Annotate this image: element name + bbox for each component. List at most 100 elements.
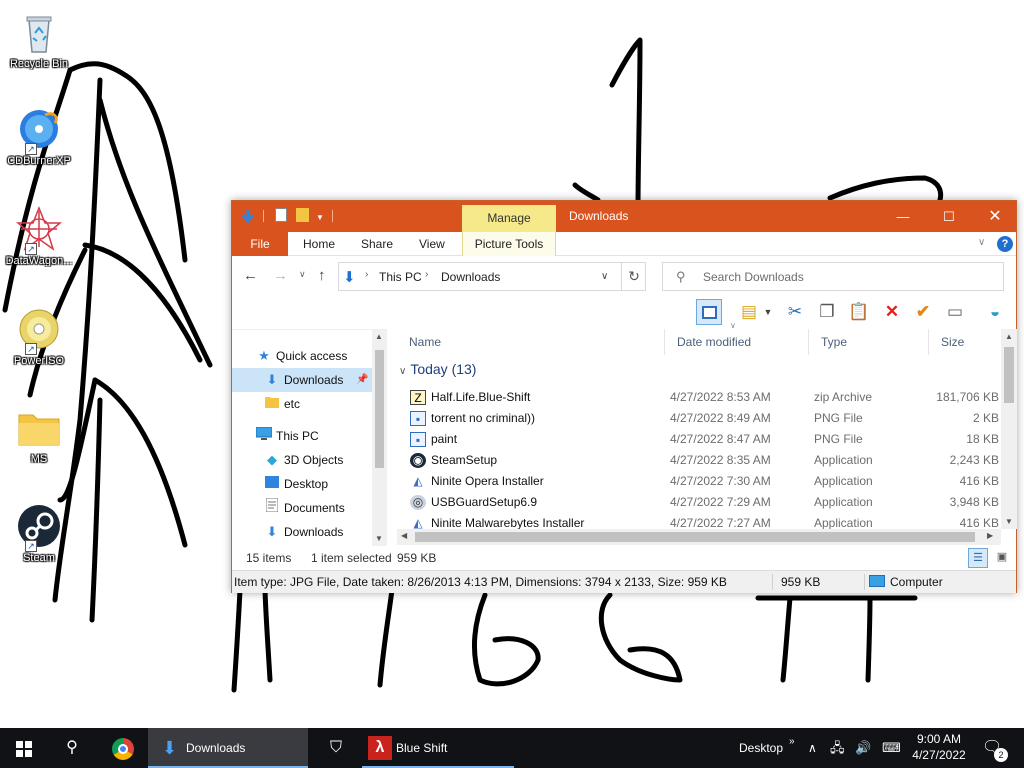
keyboard-layout-icon[interactable]: ⌨ [882,728,901,768]
preview-dropdown-icon[interactable]: ▼ [762,299,774,325]
shell-icon[interactable]: ◒ [982,299,1008,325]
breadcrumb-chevron-icon[interactable]: › [425,269,428,280]
recent-locations-chevron-icon[interactable]: ∨ [299,269,306,280]
file-size: 2,243 KB [949,453,999,467]
file-row[interactable]: ◉ SteamSetup 4/27/2022 8:35 AM Applicati… [397,450,1001,471]
scrollbar-thumb[interactable] [1004,347,1014,403]
nav-item-quick-access[interactable]: ★ Quick access [232,344,372,368]
file-row[interactable]: ◭ Ninite Opera Installer 4/27/2022 7:30 … [397,471,1001,492]
tab-share[interactable]: Share [361,232,393,256]
title-bar[interactable]: ▼ Manage Downloads — ☐ ✕ [232,201,1016,232]
file-list-vertical-scrollbar[interactable]: ▲ ▼ [1001,329,1017,529]
tab-file[interactable]: File [232,232,288,256]
taskbar-blue-shift[interactable]: λ Blue Shift [362,728,514,768]
network-icon[interactable]: 🖧 [830,728,845,768]
forward-arrow-icon[interactable]: → [273,267,288,284]
cut-scissors-icon[interactable]: ✂ [782,299,808,325]
details-status-bar: Item type: JPG File, Date taken: 8/26/20… [232,570,1016,593]
help-icon[interactable]: ? [997,236,1013,252]
scroll-up-icon[interactable]: ▲ [1005,332,1013,341]
minimize-button[interactable]: — [880,201,926,232]
delete-x-icon[interactable]: ✕ [879,299,905,325]
pin-icon[interactable]: 📌 [356,368,368,392]
scrollbar-thumb[interactable] [415,532,975,542]
column-header-date-modified[interactable]: Date modified [665,329,809,355]
nav-item-3d-objects[interactable]: ◆ 3D Objects [232,448,372,472]
scroll-up-icon[interactable]: ▲ [375,332,383,341]
nav-pane-scrollbar[interactable]: ▲ ▼ [372,330,387,546]
tab-picture-tools[interactable]: Picture Tools [462,232,556,256]
address-bar[interactable]: ⬇ › This PC › Downloads ∨ ↻ [338,262,646,291]
taskbar-security-button[interactable]: ⛉ [316,728,356,768]
taskbar-chrome-button[interactable] [99,728,147,768]
file-row[interactable]: ▪ paint 4/27/2022 8:47 AM PNG File 18 KB [397,429,1001,450]
nav-item-downloads-pinned[interactable]: ⬇ Downloads 📌 [232,368,372,392]
desktop-icon-cdburnerxp[interactable]: ↗ CDBurnerXP [2,105,76,167]
manage-tab[interactable]: Manage [462,205,556,232]
volume-icon[interactable]: 🔊 [855,728,871,768]
group-header-today[interactable]: ∨ Today (13) [399,361,476,377]
half-life-lambda-icon: λ [368,736,392,760]
file-row[interactable]: ◭ Ninite Malwarebytes Installer 4/27/202… [397,513,1001,529]
search-input[interactable]: ⚲ Search Downloads [662,262,1004,291]
details-view-icon[interactable]: ☰ [968,548,988,568]
column-header-type[interactable]: Type [809,329,929,355]
up-arrow-icon[interactable]: ↑ [318,267,326,284]
scrollbar-thumb[interactable] [375,350,384,468]
checkmark-icon[interactable]: ✔ [910,299,936,325]
tab-home[interactable]: Home [303,232,335,256]
nav-item-desktop[interactable]: Desktop [232,472,372,496]
breadcrumb-this-pc[interactable]: This PC [379,270,422,284]
paste-clipboard-icon[interactable]: 📋 [846,299,872,325]
maximize-button[interactable]: ☐ [926,201,972,232]
desktop-icon-poweriso[interactable]: ↗ PowerISO [2,305,76,367]
column-header-size[interactable]: Size [929,329,1001,355]
scroll-down-icon[interactable]: ▼ [375,534,383,543]
taskbar-explorer-downloads[interactable]: ⬇ Downloads [148,728,308,768]
nav-item-etc[interactable]: etc [232,392,372,416]
download-arrow-icon: ⬇ [266,524,278,539]
scroll-down-icon[interactable]: ▼ [1005,517,1013,526]
file-row[interactable]: Z Half.Life.Blue-Shift 4/27/2022 8:53 AM… [397,387,1001,408]
file-row[interactable]: ◎ USBGuardSetup6.9 4/27/2022 7:29 AM App… [397,492,1001,513]
refresh-icon[interactable]: ↻ [621,263,646,290]
toolbar-overflow-chevron-icon[interactable]: » [789,722,795,762]
file-row[interactable]: ▪ torrent no criminal)) 4/27/2022 8:49 A… [397,408,1001,429]
large-icons-view-icon[interactable]: ▣ [992,548,1012,568]
copy-icon[interactable]: ❐ [814,299,840,325]
close-button[interactable]: ✕ [972,201,1018,232]
tab-view[interactable]: View [419,232,445,256]
scroll-right-icon[interactable]: ▶ [987,531,993,540]
file-list-horizontal-scrollbar[interactable]: ◀ ▶ [397,529,1001,545]
properties-icon[interactable] [275,208,287,222]
file-explorer-window[interactable]: ▼ Manage Downloads — ☐ ✕ File Home Share… [231,200,1017,593]
desktop-icon-ms-folder[interactable]: MS [2,403,76,465]
show-hidden-icons-chevron-icon[interactable]: ∧ [808,728,817,768]
breadcrumb-chevron-icon[interactable]: › [365,269,368,280]
column-header-name[interactable]: Name [397,329,665,355]
system-clock[interactable]: 9:00 AM 4/27/2022 [908,731,970,768]
scroll-left-icon[interactable]: ◀ [401,531,407,540]
nav-item-downloads[interactable]: ⬇ Downloads [232,520,372,544]
breadcrumb-downloads[interactable]: Downloads [441,270,500,284]
expand-ribbon-chevron-icon[interactable]: ∨ [978,237,985,248]
status-separator [864,574,865,590]
navigation-pane-toggle-icon[interactable] [696,299,722,325]
new-folder-icon[interactable] [296,208,309,222]
desktop-toolbar-label[interactable]: Desktop [739,728,783,768]
quick-access-dropdown-icon[interactable]: ▼ [316,213,324,229]
desktop-icon-recycle-bin[interactable]: Recycle Bin [2,8,76,70]
action-center-button[interactable]: 🗨 2 [982,728,1010,768]
desktop-icon-steam[interactable]: ↗ Steam [2,502,76,564]
rename-icon[interactable]: ▭ [942,299,968,325]
selected-item-size: 959 KB [781,575,821,589]
preview-pane-icon[interactable]: ▤ [736,299,762,325]
nav-item-documents[interactable]: Documents [232,496,372,520]
back-arrow-icon[interactable]: ← [243,267,258,284]
address-dropdown-chevron-icon[interactable]: ∨ [601,271,608,282]
taskbar-search-button[interactable]: ⚲ [48,728,96,768]
start-button[interactable] [0,728,48,768]
nav-item-this-pc[interactable]: This PC [232,424,372,448]
desktop-icon-datawagon[interactable]: ↗ DataWagon... [2,205,76,267]
steam-icon: ↗ [15,502,63,552]
